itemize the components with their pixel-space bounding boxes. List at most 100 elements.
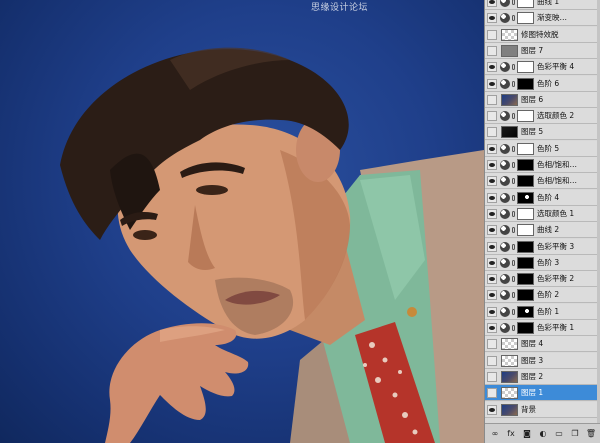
- eye-icon[interactable]: [487, 339, 497, 350]
- new-group-icon[interactable]: ▭: [553, 428, 565, 440]
- layer-row[interactable]: 背景: [485, 401, 600, 418]
- layer-thumbnail[interactable]: [501, 403, 518, 416]
- eye-icon[interactable]: [487, 208, 497, 219]
- layer-mask-thumbnail[interactable]: [517, 175, 534, 188]
- eye-icon[interactable]: [487, 0, 497, 7]
- delete-layer-icon[interactable]: 🗑: [585, 428, 597, 440]
- layer-row[interactable]: 色阶 3: [485, 254, 600, 271]
- layer-row[interactable]: 图层 2: [485, 368, 600, 385]
- layer-row[interactable]: 图层 1: [485, 385, 600, 402]
- layer-row[interactable]: 色阶 4: [485, 189, 600, 206]
- layer-row[interactable]: 色阶 1: [485, 303, 600, 320]
- eye-icon[interactable]: [487, 143, 497, 154]
- mask-link-icon[interactable]: [512, 276, 515, 283]
- eye-icon[interactable]: [487, 371, 497, 382]
- layer-mask-thumbnail[interactable]: [517, 256, 534, 269]
- layer-mask-thumbnail[interactable]: [517, 322, 534, 334]
- eye-icon[interactable]: [487, 127, 497, 138]
- layer-row[interactable]: 色彩平衡 4: [485, 59, 600, 76]
- eye-icon[interactable]: [487, 323, 497, 333]
- mask-link-icon[interactable]: [512, 162, 515, 168]
- layer-row[interactable]: 图层 3: [485, 352, 600, 369]
- mask-link-icon[interactable]: [512, 0, 515, 5]
- layer-mask-thumbnail[interactable]: [517, 142, 534, 155]
- layer-thumbnail[interactable]: [501, 28, 518, 41]
- eye-icon[interactable]: [487, 94, 497, 105]
- new-adjustment-icon[interactable]: ◐: [537, 428, 549, 440]
- eye-icon[interactable]: [487, 355, 497, 366]
- layer-mask-thumbnail[interactable]: [517, 191, 534, 204]
- mask-link-icon[interactable]: [512, 259, 515, 266]
- mask-link-icon[interactable]: [512, 113, 515, 120]
- layer-row[interactable]: 色相/饱和…: [485, 157, 600, 173]
- layer-row[interactable]: 图层 6: [485, 91, 600, 108]
- layer-mask-thumbnail[interactable]: [517, 61, 534, 74]
- eye-icon[interactable]: [487, 274, 497, 285]
- mask-link-icon[interactable]: [512, 145, 515, 152]
- eye-icon[interactable]: [487, 160, 497, 170]
- eye-icon[interactable]: [487, 404, 497, 415]
- mask-link-icon[interactable]: [512, 80, 515, 87]
- layer-row[interactable]: 图层 7: [485, 42, 600, 59]
- layer-row[interactable]: 色阶 5: [485, 140, 600, 157]
- eye-icon[interactable]: [487, 62, 497, 73]
- mask-link-icon[interactable]: [512, 15, 515, 22]
- layer-row[interactable]: 色阶 2: [485, 287, 600, 304]
- eye-icon[interactable]: [487, 29, 497, 40]
- mask-link-icon[interactable]: [512, 325, 515, 331]
- mask-link-icon[interactable]: [512, 292, 515, 299]
- mask-link-icon[interactable]: [512, 210, 515, 217]
- layer-mask-thumbnail[interactable]: [517, 159, 534, 171]
- eye-icon[interactable]: [487, 45, 497, 56]
- new-layer-icon[interactable]: ❐: [569, 428, 581, 440]
- layer-mask-thumbnail[interactable]: [517, 273, 534, 286]
- mask-link-icon[interactable]: [512, 194, 515, 201]
- layer-thumbnail[interactable]: [501, 370, 518, 383]
- eye-icon[interactable]: [487, 257, 497, 268]
- layer-thumbnail[interactable]: [501, 387, 518, 400]
- layer-thumbnail[interactable]: [501, 354, 518, 367]
- layer-row[interactable]: 色相/饱和…: [485, 173, 600, 190]
- eye-icon[interactable]: [487, 78, 497, 89]
- layer-mask-thumbnail[interactable]: [517, 0, 534, 8]
- layer-style-icon[interactable]: fx: [505, 428, 517, 440]
- eye-icon[interactable]: [487, 111, 497, 122]
- layer-row[interactable]: 渐变映…: [485, 10, 600, 27]
- layer-row[interactable]: 色彩平衡 1: [485, 320, 600, 336]
- layer-mask-thumbnail[interactable]: [517, 207, 534, 220]
- mask-link-icon[interactable]: [512, 64, 515, 71]
- layer-row[interactable]: 修图特效脱: [485, 26, 600, 43]
- eye-icon[interactable]: [487, 176, 497, 187]
- layer-row[interactable]: 曲线 1: [485, 0, 600, 10]
- mask-link-icon[interactable]: [512, 227, 515, 234]
- eye-icon[interactable]: [487, 306, 497, 317]
- mask-link-icon[interactable]: [512, 243, 515, 250]
- eye-icon[interactable]: [487, 13, 497, 24]
- link-layers-icon[interactable]: ∞: [489, 428, 501, 440]
- layer-thumbnail[interactable]: [501, 338, 518, 351]
- eye-icon[interactable]: [487, 192, 497, 203]
- layer-row[interactable]: 选取颜色 1: [485, 205, 600, 222]
- layer-row[interactable]: 色彩平衡 3: [485, 238, 600, 255]
- layer-mask-thumbnail[interactable]: [517, 289, 534, 302]
- eye-icon[interactable]: [487, 241, 497, 252]
- layer-row[interactable]: 色彩平衡 2: [485, 271, 600, 288]
- layer-thumbnail[interactable]: [501, 44, 518, 57]
- layer-mask-thumbnail[interactable]: [517, 305, 534, 318]
- layer-mask-thumbnail[interactable]: [517, 224, 534, 237]
- add-mask-icon[interactable]: ◙: [521, 428, 533, 440]
- layer-row[interactable]: 选取颜色 2: [485, 108, 600, 125]
- layer-thumbnail[interactable]: [501, 126, 518, 139]
- layer-row[interactable]: 曲线 2: [485, 222, 600, 239]
- layer-mask-thumbnail[interactable]: [517, 240, 534, 253]
- layer-row[interactable]: 图层 4: [485, 336, 600, 353]
- layer-row[interactable]: 色阶 6: [485, 75, 600, 92]
- eye-icon[interactable]: [487, 225, 497, 236]
- eye-icon[interactable]: [487, 290, 497, 301]
- eye-icon[interactable]: [487, 388, 497, 399]
- layer-thumbnail[interactable]: [501, 93, 518, 106]
- layer-mask-thumbnail[interactable]: [517, 77, 534, 90]
- layer-mask-thumbnail[interactable]: [517, 110, 534, 123]
- layer-mask-thumbnail[interactable]: [517, 12, 534, 25]
- mask-link-icon[interactable]: [512, 178, 515, 185]
